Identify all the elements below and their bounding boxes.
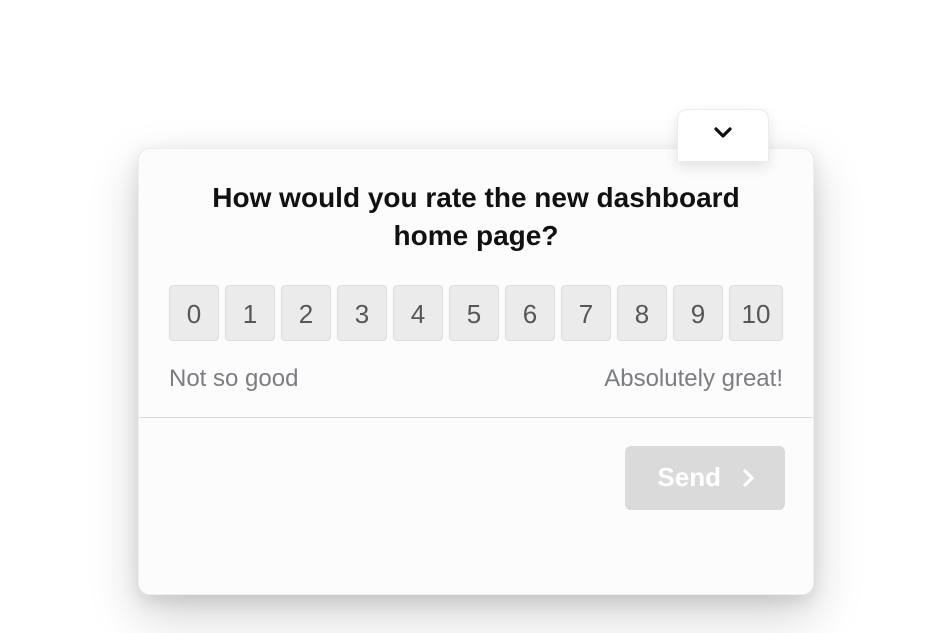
nps-survey-card: How would you rate the new dashboard hom… — [138, 148, 814, 595]
rating-option-9[interactable]: 9 — [673, 285, 723, 341]
rating-option-6[interactable]: 6 — [505, 285, 555, 341]
rating-option-10[interactable]: 10 — [729, 285, 783, 341]
rating-option-5[interactable]: 5 — [449, 285, 499, 341]
survey-footer: Send — [139, 418, 813, 514]
rating-option-1[interactable]: 1 — [225, 285, 275, 341]
survey-body: How would you rate the new dashboard hom… — [139, 149, 813, 417]
survey-question: How would you rate the new dashboard hom… — [199, 179, 753, 255]
rating-legend: Not so good Absolutely great! — [167, 365, 785, 393]
rating-option-7[interactable]: 7 — [561, 285, 611, 341]
rating-option-3[interactable]: 3 — [337, 285, 387, 341]
legend-high: Absolutely great! — [604, 365, 783, 393]
card-overflow-spacer — [139, 514, 813, 594]
rating-scale: 0 1 2 3 4 5 6 7 8 9 10 — [167, 285, 785, 341]
rating-option-2[interactable]: 2 — [281, 285, 331, 341]
send-button[interactable]: Send — [625, 446, 785, 510]
collapse-tab[interactable] — [677, 109, 769, 161]
chevron-down-icon — [711, 127, 735, 145]
rating-option-8[interactable]: 8 — [617, 285, 667, 341]
legend-low: Not so good — [169, 365, 298, 393]
rating-option-4[interactable]: 4 — [393, 285, 443, 341]
send-button-label: Send — [657, 462, 721, 493]
rating-option-0[interactable]: 0 — [169, 285, 219, 341]
chevron-right-icon — [741, 466, 757, 490]
